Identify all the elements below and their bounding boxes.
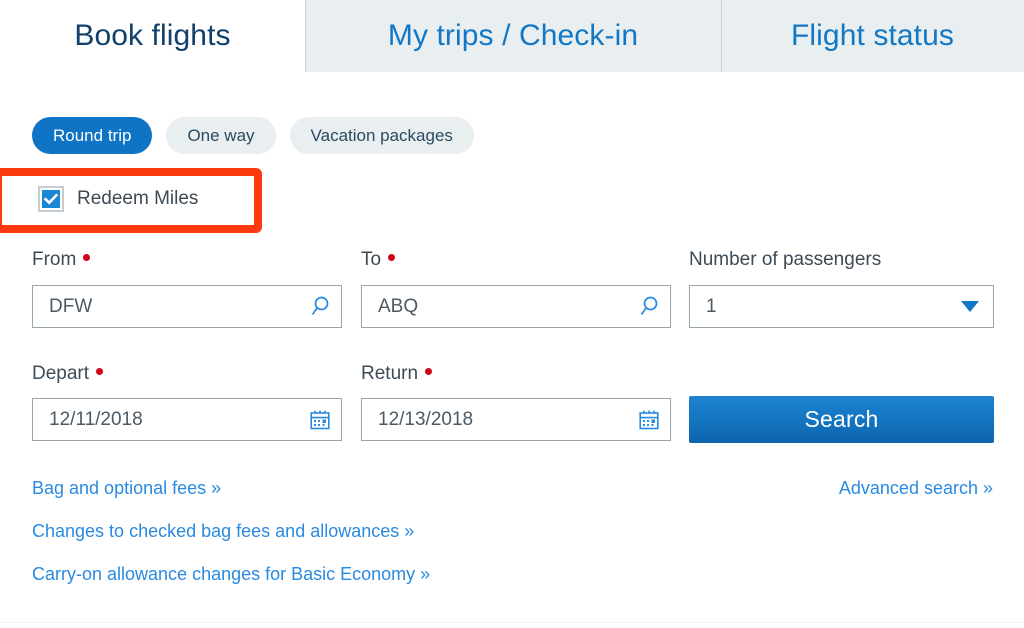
chevron-down-icon[interactable] [961, 301, 979, 312]
trip-type-group: Round trip One way Vacation packages [32, 117, 474, 154]
required-indicator-icon [388, 254, 396, 261]
to-label-text: To [361, 249, 382, 270]
return-date-value: 12/13/2018 [378, 408, 474, 430]
advanced-search-link[interactable]: Advanced search » [839, 478, 993, 499]
tab-flight-status-label: Flight status [790, 19, 955, 52]
from-label-text: From [32, 249, 77, 270]
tab-book-flights[interactable]: Book flights [0, 0, 305, 72]
return-label-text: Return [361, 363, 419, 384]
carry-on-allowance-changes-link[interactable]: Carry-on allowance changes for Basic Eco… [32, 564, 430, 585]
checked-bag-fee-changes-link[interactable]: Changes to checked bag fees and allowanc… [32, 521, 414, 542]
to-label: To [361, 249, 671, 271]
to-input[interactable]: ABQ [361, 285, 671, 328]
tab-my-trips-checkin[interactable]: My trips / Check-in [305, 0, 721, 72]
depart-label-text: Depart [32, 363, 90, 384]
redeem-miles-label: Redeem Miles [77, 188, 199, 209]
passengers-select-value: 1 [706, 295, 717, 317]
depart-date-value: 12/11/2018 [49, 408, 143, 430]
return-label: Return [361, 363, 671, 385]
redeem-miles-row[interactable]: Redeem Miles [38, 186, 198, 212]
search-button[interactable]: Search [689, 396, 994, 443]
trip-type-one-way[interactable]: One way [166, 117, 276, 154]
passengers-select[interactable]: 1 [689, 285, 994, 328]
tab-flight-status[interactable]: Flight status [721, 0, 1024, 72]
main-tab-bar: Book flights My trips / Check-in Flight … [0, 0, 1024, 72]
required-indicator-icon [96, 368, 104, 375]
depart-date-input[interactable]: 12/11/2018 [32, 398, 342, 441]
depart-label: Depart [32, 363, 342, 385]
required-indicator-icon [83, 254, 91, 261]
search-icon[interactable] [638, 295, 660, 319]
bag-and-optional-fees-link[interactable]: Bag and optional fees » [32, 478, 221, 499]
from-input-value: DFW [49, 295, 93, 317]
calendar-icon[interactable] [309, 409, 331, 431]
from-label: From [32, 249, 342, 271]
checkmark-icon [42, 190, 60, 208]
return-date-input[interactable]: 12/13/2018 [361, 398, 671, 441]
required-indicator-icon [425, 368, 433, 375]
trip-type-round-trip[interactable]: Round trip [32, 117, 153, 154]
tab-book-flights-label: Book flights [74, 19, 231, 52]
tab-my-trips-checkin-label: My trips / Check-in [387, 19, 639, 52]
passengers-label-text: Number of passengers [689, 249, 882, 270]
passengers-label: Number of passengers [689, 249, 994, 271]
to-input-value: ABQ [378, 295, 419, 317]
calendar-icon[interactable] [638, 409, 660, 431]
trip-type-vacation-packages[interactable]: Vacation packages [289, 117, 474, 154]
bottom-divider [0, 622, 1024, 623]
redeem-miles-checkbox[interactable] [38, 186, 64, 212]
from-input[interactable]: DFW [32, 285, 342, 328]
search-icon[interactable] [309, 295, 331, 319]
